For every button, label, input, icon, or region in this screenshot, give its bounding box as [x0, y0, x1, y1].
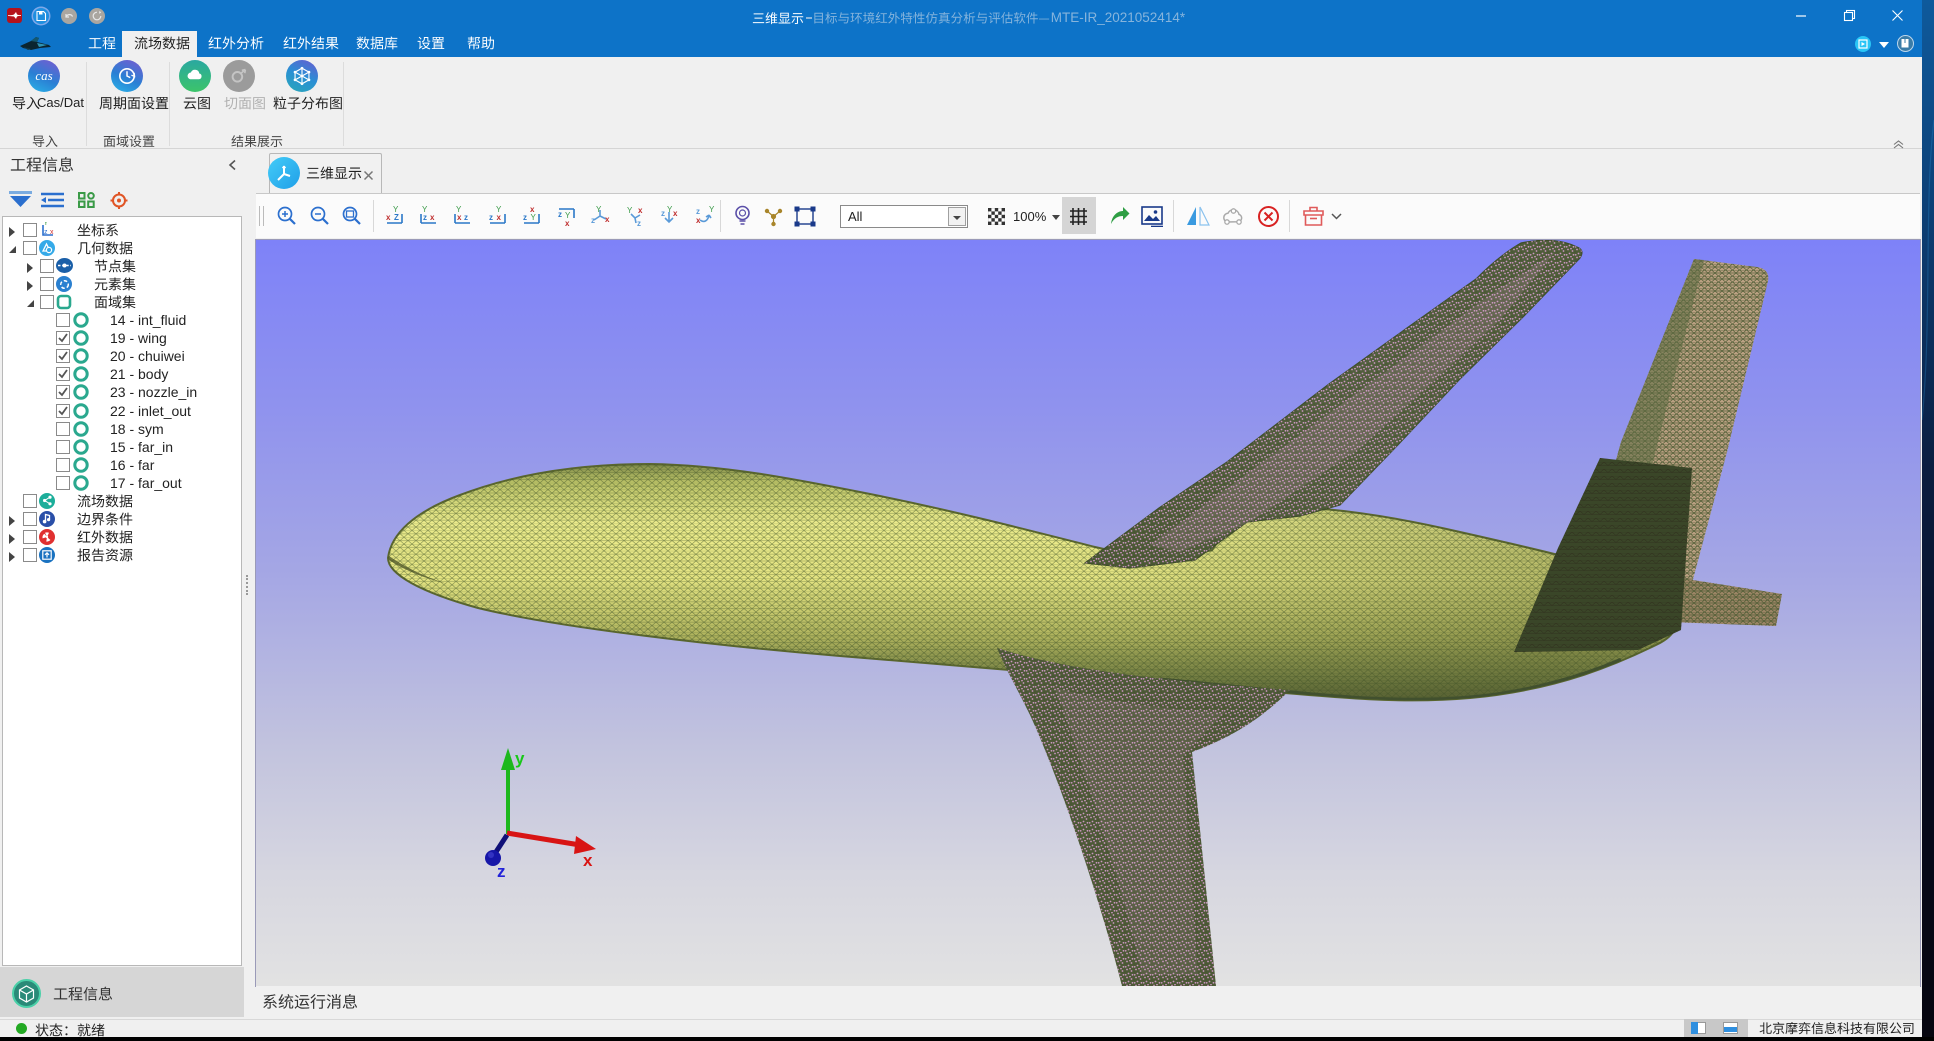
- svg-text:z: z: [44, 229, 48, 236]
- svg-text:z: z: [696, 207, 700, 216]
- svg-text:Z: Z: [394, 213, 399, 222]
- svg-text:z: z: [464, 213, 468, 222]
- svg-text:z: z: [591, 216, 595, 225]
- svg-text:x: x: [565, 219, 570, 227]
- svg-text:x: x: [638, 206, 643, 215]
- svg-text:x: x: [583, 851, 593, 870]
- svg-text:Y: Y: [709, 206, 715, 214]
- svg-text:Y: Y: [531, 213, 537, 222]
- svg-text:z: z: [661, 209, 665, 218]
- svg-text:z: z: [637, 219, 641, 227]
- svg-text:z: z: [489, 213, 493, 222]
- svg-text:x: x: [696, 216, 701, 225]
- svg-text:Y: Y: [627, 206, 633, 215]
- svg-text:z: z: [423, 213, 427, 222]
- svg-text:z: z: [558, 210, 562, 219]
- svg-text:Y: Y: [596, 206, 602, 214]
- svg-text:x: x: [457, 213, 462, 222]
- svg-text:x: x: [430, 213, 435, 222]
- svg-text:x: x: [386, 213, 391, 222]
- svg-text:x: x: [497, 213, 502, 222]
- svg-text:z: z: [523, 213, 527, 222]
- svg-text:x: x: [673, 209, 678, 218]
- svg-text:z: z: [497, 862, 506, 881]
- svg-text:x: x: [50, 229, 54, 236]
- svg-text:Y: Y: [44, 222, 49, 227]
- svg-text:x: x: [605, 215, 610, 224]
- svg-text:y: y: [515, 749, 525, 768]
